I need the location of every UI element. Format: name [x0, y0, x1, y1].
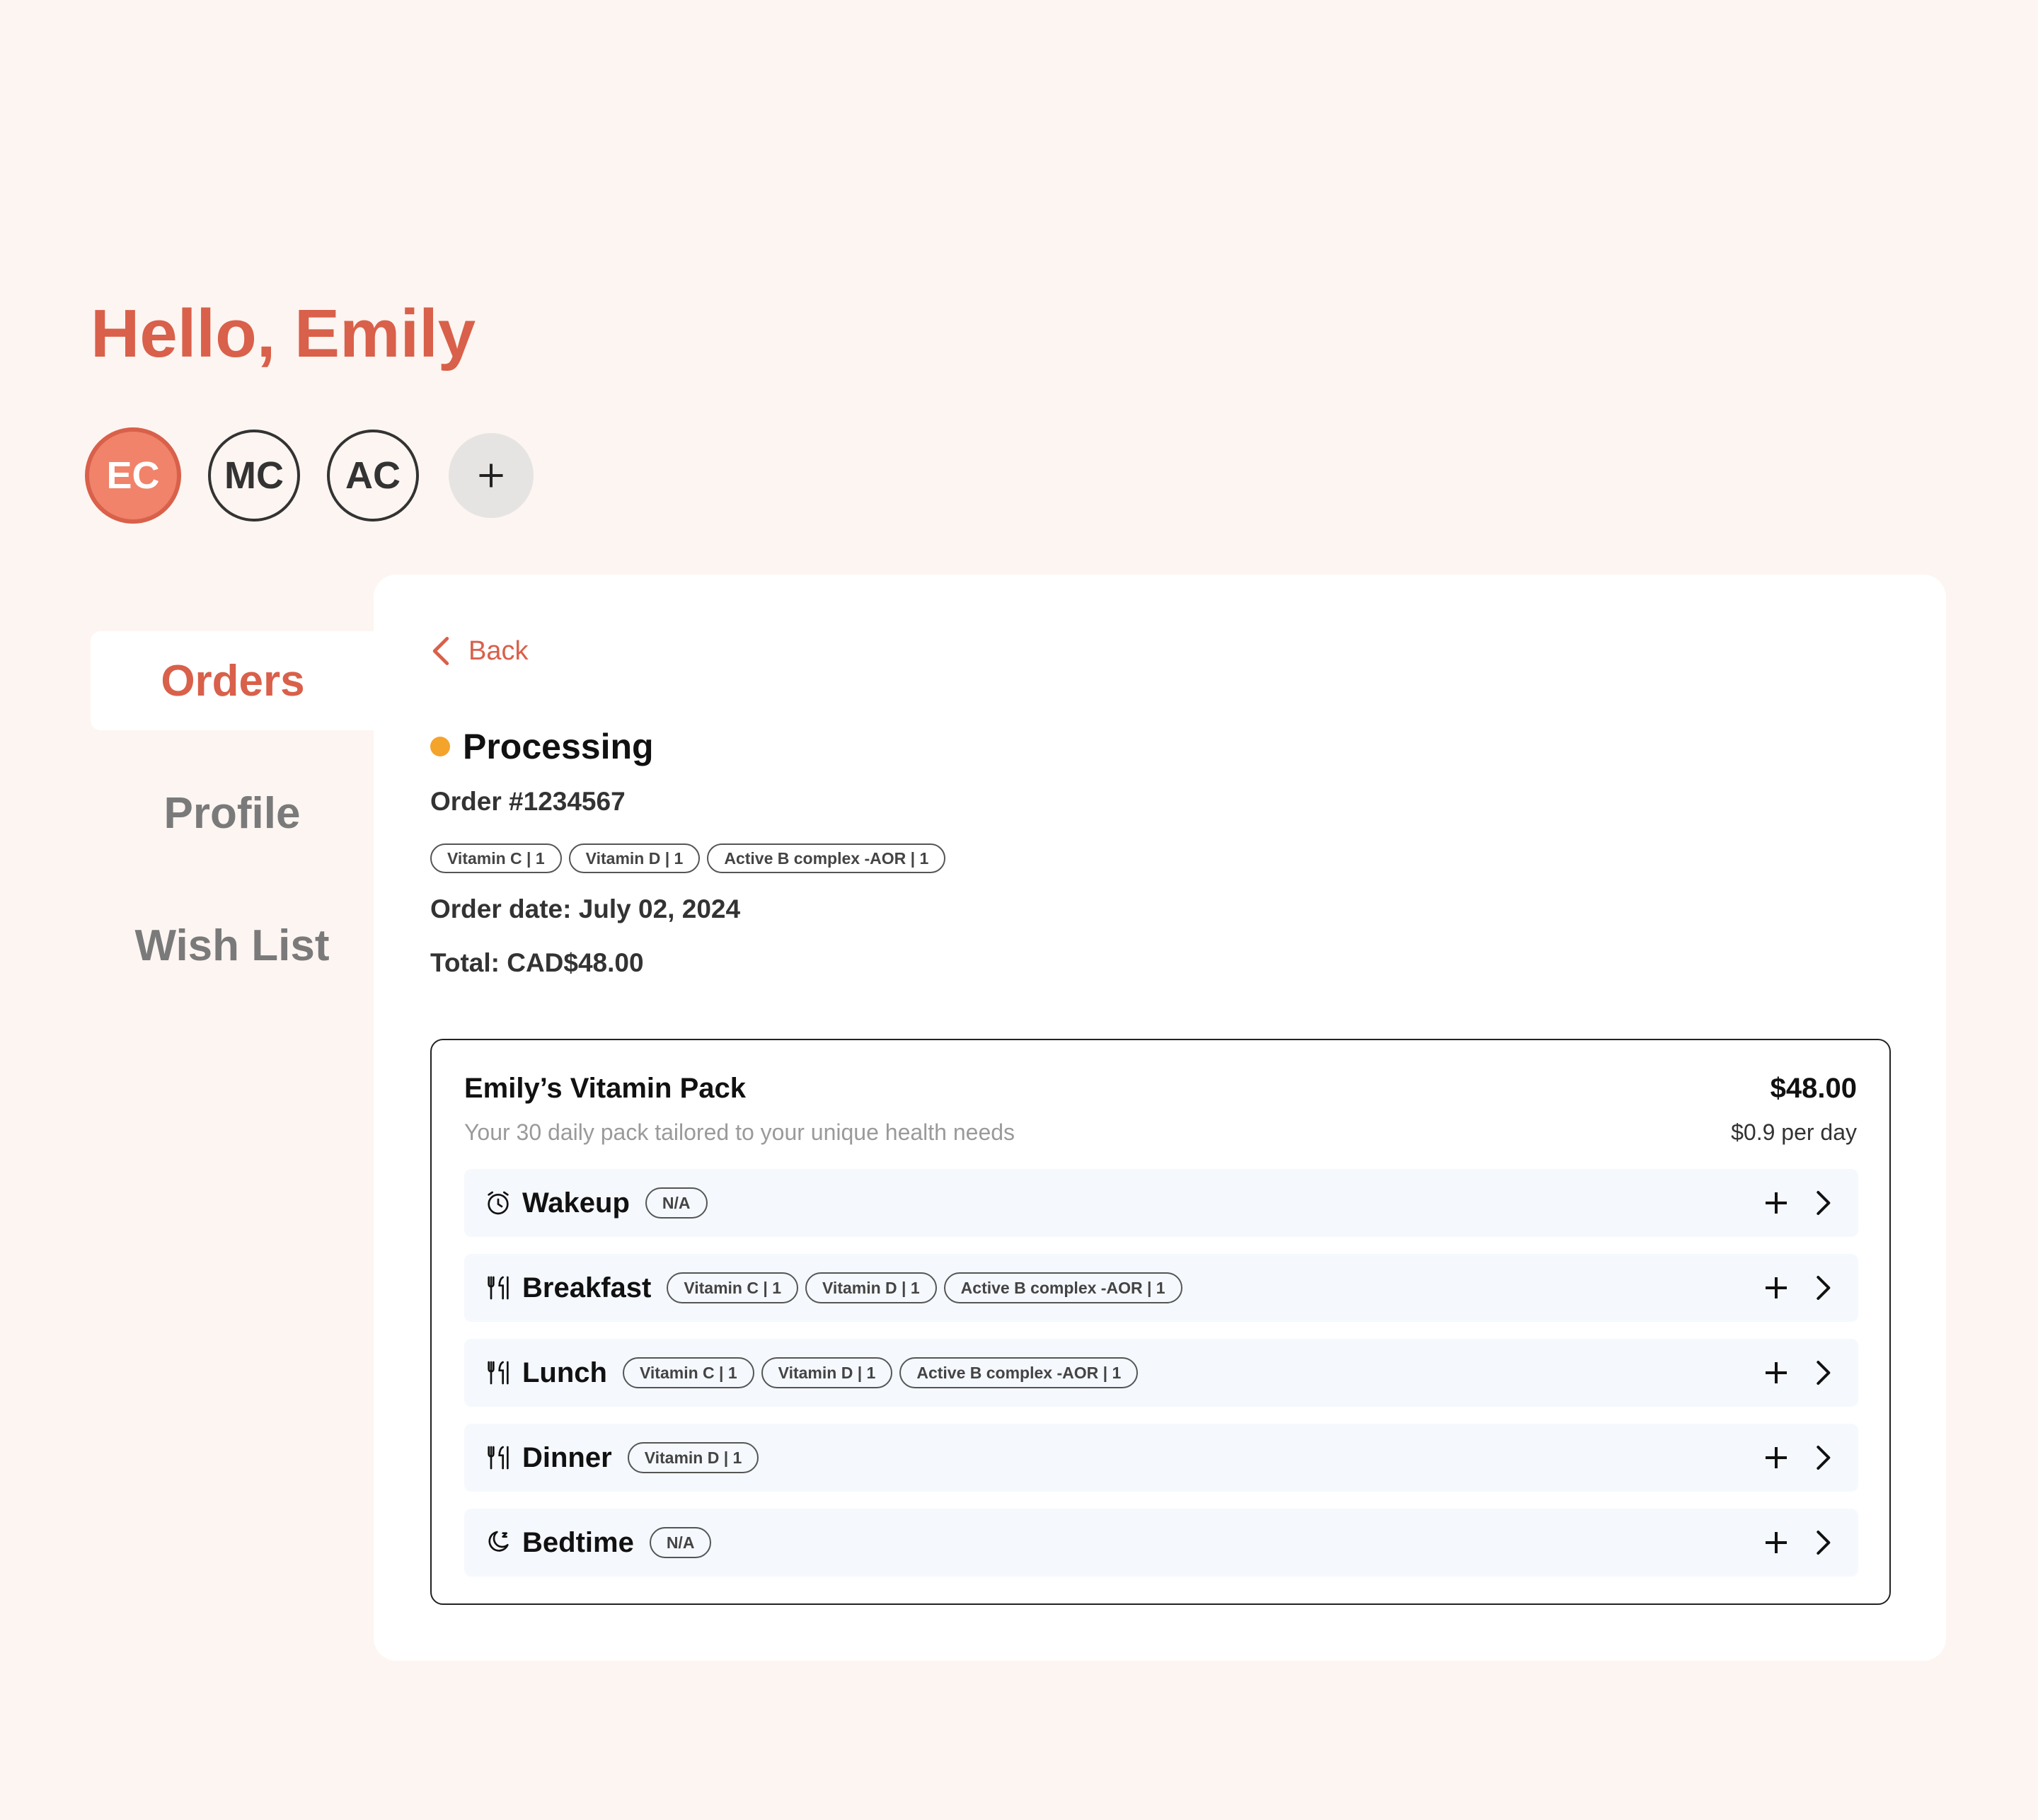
slot-wakeup[interactable]: Wakeup N/A — [464, 1169, 1858, 1237]
avatar-ec[interactable]: EC — [85, 427, 181, 524]
slot-tag: Vitamin D | 1 — [627, 1442, 759, 1473]
slot-tag: Vitamin C | 1 — [622, 1357, 754, 1388]
order-number: Order #1234567 — [430, 787, 626, 816]
chevron-right-icon[interactable] — [1809, 1189, 1837, 1217]
chevron-right-icon[interactable] — [1809, 1359, 1837, 1387]
utensils-icon — [484, 1444, 512, 1472]
slot-actions — [1762, 1339, 1837, 1407]
slot-label: Breakfast — [522, 1272, 652, 1303]
utensils-icon — [484, 1359, 512, 1387]
add-profile-button[interactable] — [449, 433, 534, 518]
order-tag: Vitamin D | 1 — [568, 843, 701, 873]
plus-icon[interactable] — [1762, 1528, 1790, 1557]
pack-price: $48.00 — [1770, 1073, 1857, 1104]
side-nav: Orders Profile Wish List — [91, 631, 375, 1028]
status-text: Processing — [463, 727, 654, 766]
utensils-icon — [484, 1274, 512, 1302]
plus-icon[interactable] — [1762, 1274, 1790, 1302]
order-total: Total: CAD$48.00 — [430, 948, 644, 977]
order-tag: Active B complex -AOR | 1 — [707, 843, 946, 873]
slot-actions — [1762, 1509, 1837, 1577]
nav-wish-list[interactable]: Wish List — [91, 896, 374, 995]
plus-icon[interactable] — [1762, 1444, 1790, 1472]
plus-icon — [479, 463, 503, 488]
slot-label: Bedtime — [522, 1526, 634, 1558]
status-dot — [430, 737, 450, 756]
order-tag: Vitamin C | 1 — [430, 843, 562, 873]
chevron-right-icon[interactable] — [1809, 1274, 1837, 1302]
slot-lunch[interactable]: Lunch Vitamin C | 1 Vitamin D | 1 Active… — [464, 1339, 1858, 1407]
slot-label: Dinner — [522, 1441, 612, 1473]
avatar-mc[interactable]: MC — [208, 430, 300, 522]
slot-actions — [1762, 1424, 1837, 1492]
order-date: Order date: July 02, 2024 — [430, 894, 741, 923]
slot-actions — [1762, 1254, 1837, 1322]
order-status: Processing — [430, 726, 654, 767]
profile-switcher: EC MC AC — [85, 427, 560, 524]
back-label: Back — [468, 635, 529, 666]
slot-tag: Vitamin C | 1 — [667, 1272, 798, 1303]
slot-label: Lunch — [522, 1357, 607, 1388]
chevron-right-icon[interactable] — [1809, 1528, 1837, 1557]
avatar-ac[interactable]: AC — [327, 430, 419, 522]
vitamin-pack-card: Emily’s Vitamin Pack Your 30 daily pack … — [430, 1039, 1891, 1605]
order-detail-panel: Back Processing Order #1234567 Vitamin C… — [374, 575, 1946, 1661]
plus-icon[interactable] — [1762, 1359, 1790, 1387]
slot-tag: N/A — [645, 1187, 708, 1219]
slot-tag: Vitamin D | 1 — [805, 1272, 937, 1303]
slot-breakfast[interactable]: Breakfast Vitamin C | 1 Vitamin D | 1 Ac… — [464, 1254, 1858, 1322]
order-tags: Vitamin C | 1 Vitamin D | 1 Active B com… — [430, 843, 952, 873]
chevron-right-icon[interactable] — [1809, 1444, 1837, 1472]
slot-label: Wakeup — [522, 1187, 630, 1219]
plus-icon[interactable] — [1762, 1189, 1790, 1217]
moon-icon — [484, 1528, 512, 1557]
slot-tag: Active B complex -AOR | 1 — [899, 1357, 1139, 1388]
alarm-clock-icon — [484, 1189, 512, 1217]
nav-orders[interactable]: Orders — [91, 631, 375, 730]
pack-per-day: $0.9 per day — [1731, 1119, 1857, 1145]
slot-bedtime[interactable]: Bedtime N/A — [464, 1509, 1858, 1577]
back-link[interactable]: Back — [430, 635, 528, 667]
slot-tag: Vitamin D | 1 — [761, 1357, 893, 1388]
slot-tag: N/A — [649, 1527, 712, 1558]
chevron-left-icon — [432, 636, 449, 666]
slot-tag: Active B complex -AOR | 1 — [943, 1272, 1182, 1303]
nav-profile[interactable]: Profile — [91, 764, 374, 863]
slot-actions — [1762, 1169, 1837, 1237]
slot-dinner[interactable]: Dinner Vitamin D | 1 — [464, 1424, 1858, 1492]
greeting-title: Hello, Emily — [91, 296, 476, 372]
pack-title: Emily’s Vitamin Pack — [464, 1073, 746, 1104]
pack-subtitle: Your 30 daily pack tailored to your uniq… — [464, 1119, 1015, 1145]
